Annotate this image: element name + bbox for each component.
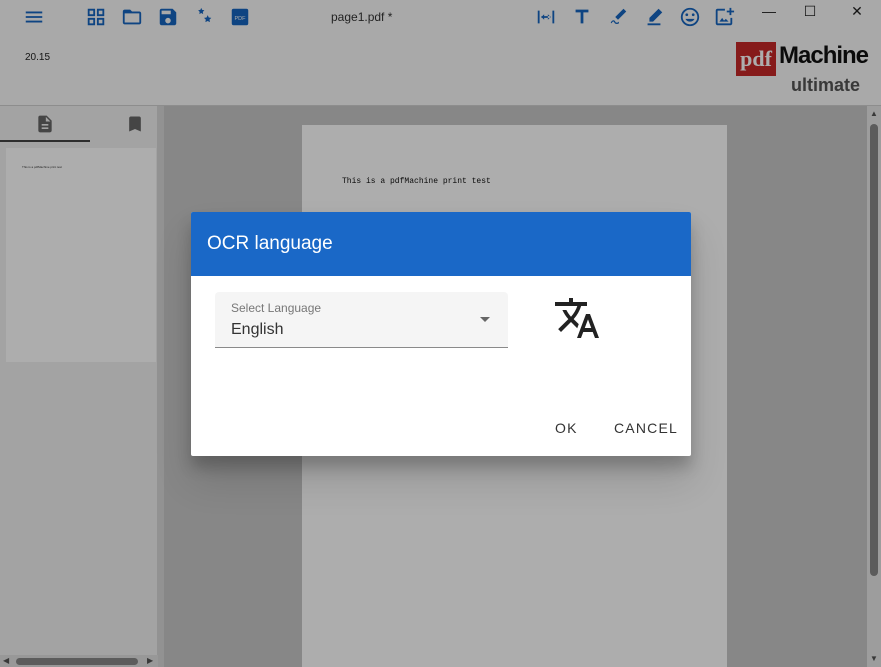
language-select-value: English (231, 321, 284, 338)
ocr-language-dialog: OCR language Select Language English OK … (191, 212, 691, 456)
dialog-header: OCR language (191, 212, 691, 276)
language-select-label: Select Language (231, 301, 322, 315)
ok-button[interactable]: OK (555, 420, 578, 436)
translate-icon (553, 294, 601, 342)
cancel-button[interactable]: CANCEL (614, 420, 678, 436)
dialog-title: OCR language (207, 233, 333, 254)
dropdown-arrow-icon[interactable] (480, 317, 490, 322)
language-select[interactable]: Select Language English (215, 292, 508, 348)
